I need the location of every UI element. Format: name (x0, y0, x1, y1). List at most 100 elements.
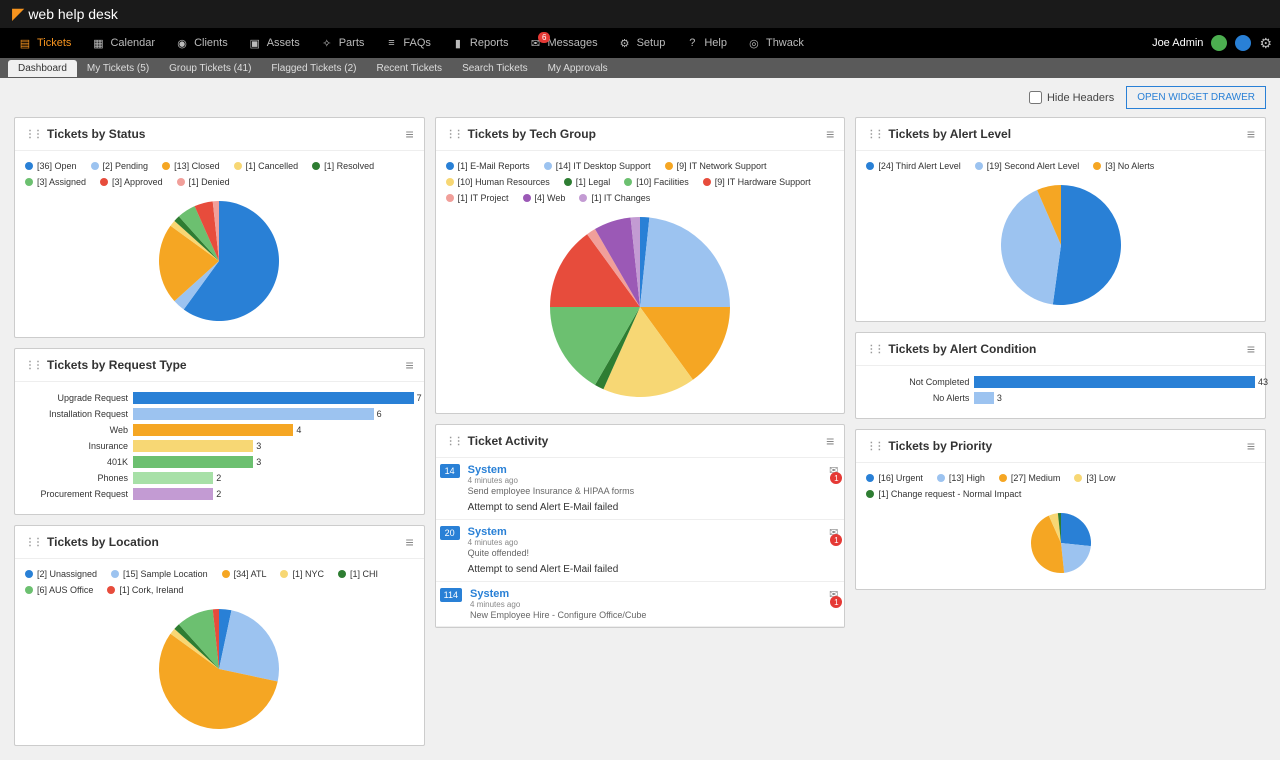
drag-handle-icon[interactable]: ⋮⋮ (446, 129, 462, 140)
activity-actor: System (468, 464, 841, 476)
widget-menu-icon[interactable]: ≡ (405, 357, 413, 373)
nav-reports[interactable]: ▮Reports (441, 28, 519, 58)
legend-label: [3] Approved (112, 177, 163, 187)
legend-item[interactable]: [2] Pending (91, 161, 149, 171)
bar-row[interactable]: Web4 (25, 424, 414, 436)
nav-clients[interactable]: ◉Clients (165, 28, 238, 58)
status-indicator-icon[interactable] (1211, 35, 1227, 51)
drag-handle-icon[interactable]: ⋮⋮ (446, 436, 462, 447)
widget-menu-icon[interactable]: ≡ (1247, 438, 1255, 454)
pie-slice[interactable] (1061, 513, 1091, 546)
activity-item[interactable]: 114System4 minutes agoNew Employee Hire … (436, 582, 845, 627)
legend-item[interactable]: [10] Human Resources (446, 177, 550, 187)
legend-item[interactable]: [27] Medium (999, 473, 1061, 483)
user-avatar-icon[interactable] (1235, 35, 1251, 51)
legend-item[interactable]: [9] IT Hardware Support (703, 177, 811, 187)
drag-handle-icon[interactable]: ⋮⋮ (866, 441, 882, 452)
nav-setup[interactable]: ⚙Setup (608, 28, 676, 58)
legend-item[interactable]: [3] No Alerts (1093, 161, 1154, 171)
legend-item[interactable]: [3] Approved (100, 177, 163, 187)
subnav-group-tickets-41-[interactable]: Group Tickets (41) (159, 60, 261, 77)
hide-headers-input[interactable] (1029, 91, 1042, 104)
legend-item[interactable]: [3] Low (1074, 473, 1115, 483)
legend-item[interactable]: [15] Sample Location (111, 569, 208, 579)
legend-item[interactable]: [19] Second Alert Level (975, 161, 1080, 171)
pie-slice[interactable] (1052, 185, 1120, 305)
drag-handle-icon[interactable]: ⋮⋮ (866, 129, 882, 140)
bar-row[interactable]: Procurement Request2 (25, 488, 414, 500)
legend-item[interactable]: [1] IT Project (446, 193, 509, 203)
legend-item[interactable]: [16] Urgent (866, 473, 923, 483)
bar-row[interactable]: No Alerts3 (866, 392, 1255, 404)
open-widget-drawer-button[interactable]: OPEN WIDGET DRAWER (1126, 86, 1266, 109)
legend-item[interactable]: [36] Open (25, 161, 77, 171)
bar-row[interactable]: Insurance3 (25, 440, 414, 452)
legend-item[interactable]: [34] ATL (222, 569, 267, 579)
bar-value: 3 (253, 440, 261, 452)
legend-item[interactable]: [1] Cancelled (234, 161, 299, 171)
legend-swatch-icon (446, 162, 454, 170)
bar-row[interactable]: Phones2 (25, 472, 414, 484)
nav-assets[interactable]: ▣Assets (238, 28, 310, 58)
bar-fill (133, 408, 374, 420)
hide-headers-checkbox[interactable]: Hide Headers (1029, 91, 1114, 104)
bar-row[interactable]: 401K3 (25, 456, 414, 468)
subnav-dashboard[interactable]: Dashboard (8, 60, 77, 77)
widget-tickets-by-priority: ⋮⋮Tickets by Priority≡[16] Urgent[13] Hi… (855, 429, 1266, 590)
legend-item[interactable]: [4] Web (523, 193, 566, 203)
drag-handle-icon[interactable]: ⋮⋮ (866, 344, 882, 355)
legend-item[interactable]: [1] Cork, Ireland (107, 585, 183, 595)
user-name: Joe Admin (1152, 37, 1203, 49)
legend-item[interactable]: [24] Third Alert Level (866, 161, 960, 171)
subnav-flagged-tickets-2-[interactable]: Flagged Tickets (2) (261, 60, 366, 77)
nav-calendar[interactable]: ▦Calendar (81, 28, 165, 58)
legend-label: [1] IT Changes (591, 193, 650, 203)
bar-row[interactable]: Not Completed43 (866, 376, 1255, 388)
legend-item[interactable]: [14] IT Desktop Support (544, 161, 651, 171)
legend-item[interactable]: [6] AUS Office (25, 585, 93, 595)
activity-list[interactable]: 14System4 minutes agoSend employee Insur… (436, 458, 845, 627)
legend-label: [13] Closed (174, 161, 220, 171)
legend-item[interactable]: [1] E-Mail Reports (446, 161, 530, 171)
legend-item[interactable]: [9] IT Network Support (665, 161, 767, 171)
legend-item[interactable]: [1] Denied (177, 177, 230, 187)
widget-menu-icon[interactable]: ≡ (405, 126, 413, 142)
legend-item[interactable]: [1] CHI (338, 569, 378, 579)
activity-item[interactable]: 20System4 minutes agoQuite offended!Atte… (436, 520, 845, 582)
legend-item[interactable]: [1] Resolved (312, 161, 374, 171)
pie-slice[interactable] (1061, 543, 1091, 573)
widget-menu-icon[interactable]: ≡ (826, 126, 834, 142)
legend-item[interactable]: [2] Unassigned (25, 569, 97, 579)
subnav-search-tickets[interactable]: Search Tickets (452, 60, 538, 77)
nav-tickets[interactable]: ▤Tickets (8, 28, 81, 58)
pie-slice[interactable] (640, 217, 730, 307)
nav-help[interactable]: ?Help (675, 28, 737, 58)
legend-item[interactable]: [1] Change request - Normal Impact (866, 489, 1021, 499)
widget-menu-icon[interactable]: ≡ (405, 534, 413, 550)
legend-item[interactable]: [1] NYC (280, 569, 324, 579)
drag-handle-icon[interactable]: ⋮⋮ (25, 129, 41, 140)
subnav-my-approvals[interactable]: My Approvals (538, 60, 618, 77)
legend-item[interactable]: [13] High (937, 473, 985, 483)
nav-thwack[interactable]: ◎Thwack (737, 28, 814, 58)
legend-item[interactable]: [1] IT Changes (579, 193, 650, 203)
widget-menu-icon[interactable]: ≡ (1247, 126, 1255, 142)
settings-icon[interactable]: ⚙ (1259, 35, 1272, 52)
subnav-my-tickets-5-[interactable]: My Tickets (5) (77, 60, 159, 77)
legend-item[interactable]: [10] Facilities (624, 177, 689, 187)
bar-row[interactable]: Upgrade Request7 (25, 392, 414, 404)
activity-item[interactable]: 14System4 minutes agoSend employee Insur… (436, 458, 845, 520)
widget-menu-icon[interactable]: ≡ (1247, 341, 1255, 357)
subnav-recent-tickets[interactable]: Recent Tickets (366, 60, 452, 77)
widget-menu-icon[interactable]: ≡ (826, 433, 834, 449)
nav-faqs[interactable]: ≡FAQs (374, 28, 441, 58)
drag-handle-icon[interactable]: ⋮⋮ (25, 537, 41, 548)
bar-row[interactable]: Installation Request6 (25, 408, 414, 420)
drag-handle-icon[interactable]: ⋮⋮ (25, 360, 41, 371)
legend-item[interactable]: [3] Assigned (25, 177, 86, 187)
nav-messages[interactable]: ✉6Messages (518, 28, 607, 58)
nav-parts[interactable]: ✧Parts (310, 28, 375, 58)
legend-item[interactable]: [1] Legal (564, 177, 611, 187)
nav-label: Assets (267, 37, 300, 49)
legend-item[interactable]: [13] Closed (162, 161, 220, 171)
